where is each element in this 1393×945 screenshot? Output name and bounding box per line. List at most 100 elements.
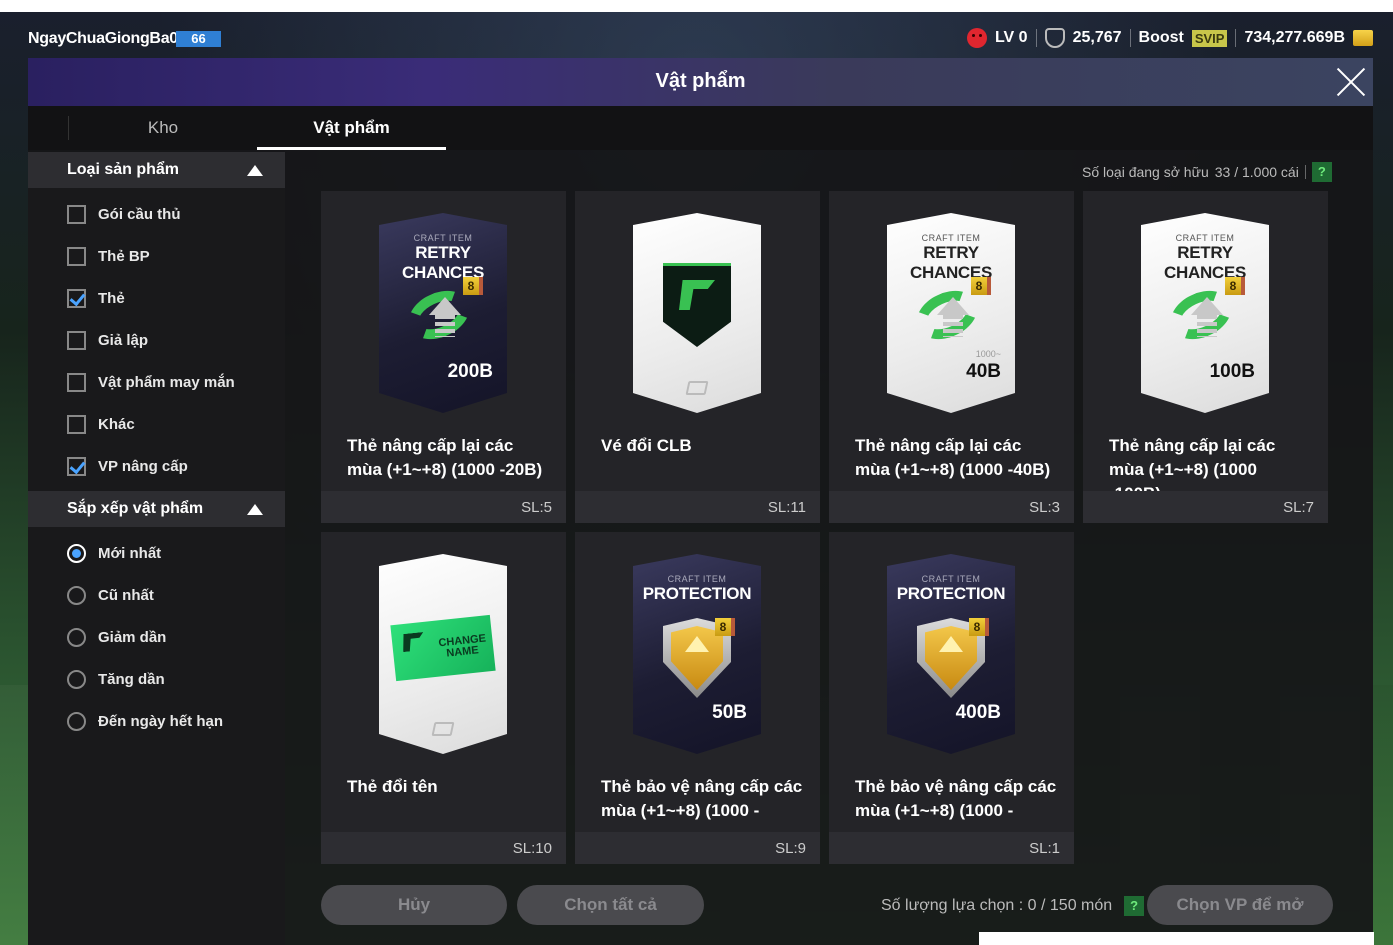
checkbox-checked[interactable] bbox=[67, 288, 86, 308]
checkbox[interactable] bbox=[67, 330, 86, 350]
sort-den-ngay-het-han[interactable]: Đến ngày hết hạn bbox=[67, 709, 223, 733]
item-footer: SL:9 bbox=[575, 832, 820, 864]
radio[interactable] bbox=[67, 585, 86, 605]
checkbox[interactable] bbox=[67, 414, 86, 434]
change-name-card-icon: CHANGE NAME bbox=[390, 614, 496, 682]
window-title: Vật phẩm bbox=[655, 70, 746, 92]
filter-gia-lap[interactable]: Giả lập bbox=[67, 328, 148, 352]
grade-badge: 8 bbox=[971, 277, 991, 295]
sort-cu-nhat[interactable]: Cũ nhất bbox=[67, 583, 154, 607]
item-card[interactable]: CRAFT ITEM PROTECTION 8 400B Thẻ bảo vệ nâng… bbox=[829, 532, 1074, 864]
lv-label: LV 0 bbox=[994, 29, 1028, 46]
filter-khac[interactable]: Khác bbox=[67, 412, 135, 436]
item-card[interactable]: CHANGE NAME Thẻ đổi tên SL:10 bbox=[321, 532, 566, 864]
help-icon[interactable]: ? bbox=[1124, 896, 1145, 916]
sort-tang-dan[interactable]: Tăng dần bbox=[67, 667, 165, 691]
item-card[interactable]: CRAFT ITEM RETRY CHANCES 8 100B Thẻ nâng cấp… bbox=[1083, 191, 1328, 523]
filter-label: Khác bbox=[98, 415, 135, 433]
owned-label: Số loại đang sở hữu bbox=[1082, 164, 1209, 180]
item-name: Vé đổi CLB bbox=[601, 436, 692, 455]
item-footer: SL:5 bbox=[321, 491, 566, 523]
radio-selected[interactable] bbox=[67, 543, 86, 563]
item-footer: SL:1 bbox=[829, 832, 1074, 864]
item-artwork: CRAFT ITEM RETRY CHANCES 8 200B bbox=[379, 213, 507, 413]
item-card[interactable]: CRAFT ITEM PROTECTION 8 50B Thẻ bảo vệ nâng … bbox=[575, 532, 820, 864]
points-value: 25,767 bbox=[1072, 29, 1122, 46]
sort-giam-dan[interactable]: Giảm dần bbox=[67, 625, 166, 649]
filter-label: Thẻ BP bbox=[98, 247, 150, 265]
balance-value: 734,277.669B bbox=[1244, 29, 1345, 46]
cancel-button[interactable]: Hủy bbox=[321, 885, 507, 925]
window-header: Vật phẩm bbox=[28, 58, 1373, 106]
sort-moi-nhat[interactable]: Mới nhất bbox=[67, 541, 161, 565]
item-artwork: CHANGE NAME bbox=[379, 554, 507, 754]
filter-the-bp[interactable]: Thẻ BP bbox=[67, 244, 150, 268]
product-type-header[interactable]: Loại sản phẩm bbox=[28, 152, 285, 188]
filter-label: Vật phẩm may mắn bbox=[98, 373, 235, 391]
filter-vat-pham-may-man[interactable]: Vật phẩm may mắn bbox=[67, 370, 235, 394]
club-ticket-icon bbox=[663, 263, 731, 347]
craft-item-label: CRAFT ITEM bbox=[1175, 233, 1235, 243]
checkbox[interactable] bbox=[67, 372, 86, 392]
grade-badge: 8 bbox=[715, 618, 735, 636]
upgrade-bars bbox=[943, 315, 963, 337]
amount-prefix: 1000~ bbox=[975, 349, 1001, 359]
grade-badge: 8 bbox=[969, 618, 989, 636]
sort-heading: Sắp xếp vật phẩm bbox=[67, 500, 204, 517]
top-edge bbox=[0, 0, 1393, 12]
help-icon[interactable]: ? bbox=[1311, 162, 1332, 182]
item-artwork bbox=[633, 213, 761, 413]
item-quantity: SL:5 bbox=[521, 499, 552, 516]
filter-vp-nang-cap[interactable]: VP nâng cấp bbox=[67, 454, 188, 478]
item-name: Thẻ bảo vệ nâng cấp các mùa (+1~+8) (100… bbox=[855, 777, 1057, 820]
grade-badge: 8 bbox=[1225, 277, 1245, 295]
filter-label: Giả lập bbox=[98, 331, 149, 349]
craft-item-label: CRAFT ITEM bbox=[921, 574, 981, 584]
item-name: Thẻ đổi tên bbox=[347, 777, 438, 796]
item-type-label: PROTECTION bbox=[642, 584, 752, 603]
item-card[interactable]: CRAFT ITEM RETRY CHANCES 8 1000~ 40B Thẻ nâng… bbox=[829, 191, 1074, 523]
open-items-button[interactable]: Chọn VP để mở bbox=[1147, 885, 1333, 925]
item-quantity: SL:10 bbox=[512, 840, 552, 857]
checkbox[interactable] bbox=[67, 204, 86, 224]
upgrade-arrow bbox=[937, 297, 969, 315]
item-artwork: CRAFT ITEM RETRY CHANCES 8 100B bbox=[1141, 213, 1269, 413]
checkbox-checked[interactable] bbox=[67, 456, 86, 476]
sort-header[interactable]: Sắp xếp vật phẩm bbox=[28, 491, 285, 527]
upgrade-bars bbox=[435, 315, 455, 337]
select-all-button[interactable]: Chọn tất cả bbox=[517, 885, 704, 925]
svip-badge: SVIP bbox=[1191, 29, 1228, 47]
checkbox[interactable] bbox=[67, 246, 86, 266]
upgrade-bars bbox=[1197, 315, 1217, 337]
boost-label[interactable]: Boost bbox=[1139, 29, 1184, 47]
filter-label: Gói cầu thủ bbox=[98, 205, 181, 223]
filter-the[interactable]: Thẻ bbox=[67, 286, 125, 310]
item-card[interactable]: CRAFT ITEM RETRY CHANCES 8 200B Thẻ nâng cấp… bbox=[321, 191, 566, 523]
radio[interactable] bbox=[67, 669, 86, 689]
item-footer: SL:10 bbox=[321, 832, 566, 864]
tab-kho[interactable]: Kho bbox=[68, 106, 258, 150]
currency-area: LV 0 25,767 Boost SVIP 734,277.669B bbox=[966, 26, 1373, 50]
item-name: Thẻ bảo vệ nâng cấp các mùa (+1~+8) (100… bbox=[601, 777, 803, 820]
item-card[interactable]: Vé đổi CLB SL:11 bbox=[575, 191, 820, 523]
item-quantity: SL:3 bbox=[1029, 499, 1060, 516]
notification-strip bbox=[979, 932, 1374, 945]
radio[interactable] bbox=[67, 711, 86, 731]
item-artwork: CRAFT ITEM PROTECTION 8 50B bbox=[633, 554, 761, 754]
divider bbox=[1304, 165, 1306, 179]
filter-goi-cau-thu[interactable]: Gói cầu thủ bbox=[67, 202, 181, 226]
product-type-heading: Loại sản phẩm bbox=[67, 161, 180, 178]
coin-icon bbox=[1353, 30, 1373, 46]
divider bbox=[1235, 29, 1237, 47]
sad-face-icon bbox=[966, 28, 987, 48]
craft-item-label: CRAFT ITEM bbox=[667, 574, 727, 584]
fc-watermark-icon bbox=[685, 381, 709, 395]
radio[interactable] bbox=[67, 627, 86, 647]
item-amount: 200B bbox=[447, 361, 493, 382]
selection-label: Số lượng lựa chọn : 0 / 150 món bbox=[881, 897, 1113, 914]
tab-vat-pham[interactable]: Vật phẩm bbox=[257, 106, 446, 150]
item-artwork: CRAFT ITEM RETRY CHANCES 8 1000~ 40B bbox=[887, 213, 1015, 413]
fc-logo bbox=[679, 280, 715, 310]
close-icon[interactable] bbox=[1335, 66, 1367, 98]
item-amount: 40B bbox=[966, 361, 1001, 382]
